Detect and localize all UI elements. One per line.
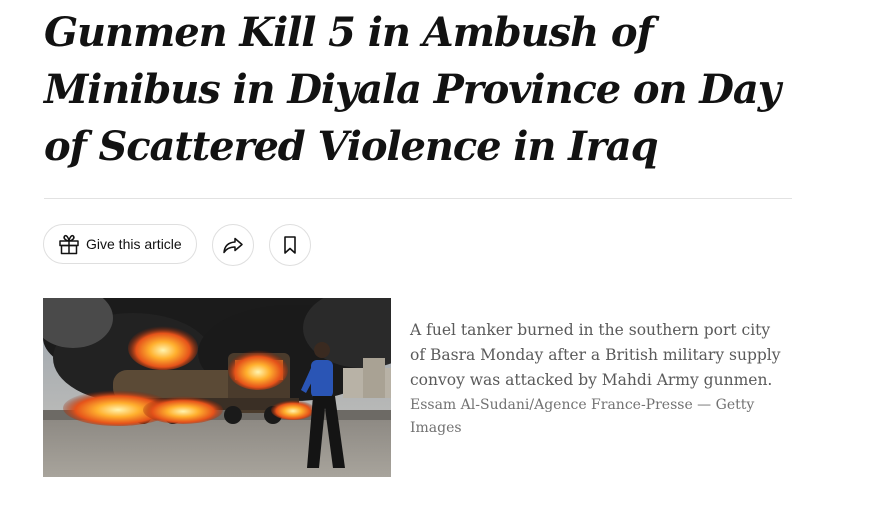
share-arrow-icon — [220, 232, 246, 258]
gift-article-button[interactable]: Give this article — [43, 224, 197, 264]
article-headline: Gunmen Kill 5 in Ambush of Minibus in Di… — [44, 9, 781, 170]
article-photo — [43, 298, 391, 477]
photo-caption: A fuel tanker burned in the southern por… — [410, 318, 790, 440]
article-page: Gunmen Kill 5 in Ambush of Minibus in Di… — [0, 0, 882, 519]
caption-text: A fuel tanker burned in the southern por… — [410, 321, 781, 389]
gift-icon — [56, 231, 82, 257]
photo-credit: Essam Al-Sudani/Agence France-Presse — G… — [410, 397, 755, 436]
gift-article-label: Give this article — [86, 236, 182, 252]
headline-divider — [44, 198, 792, 199]
save-article-button[interactable] — [269, 224, 311, 266]
share-button[interactable] — [212, 224, 254, 266]
bookmark-icon — [277, 232, 303, 258]
